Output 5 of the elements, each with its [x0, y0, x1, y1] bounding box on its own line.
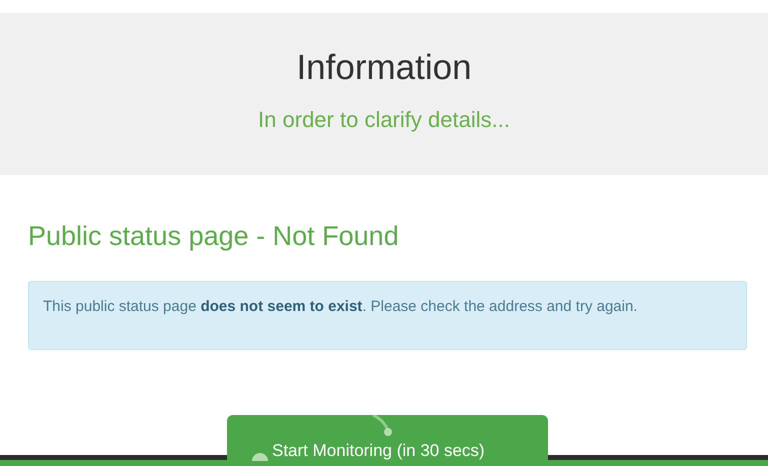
start-monitoring-button[interactable]: Start Monitoring (in 30 secs) — [227, 415, 548, 466]
page-title: Information — [296, 47, 472, 89]
section-heading: Public status page - Not Found — [28, 220, 400, 253]
alert-message: This public status page does not seem to exist. Please check the address and try again. — [43, 297, 638, 317]
page-subtitle: In order to clarify details... — [258, 106, 510, 134]
